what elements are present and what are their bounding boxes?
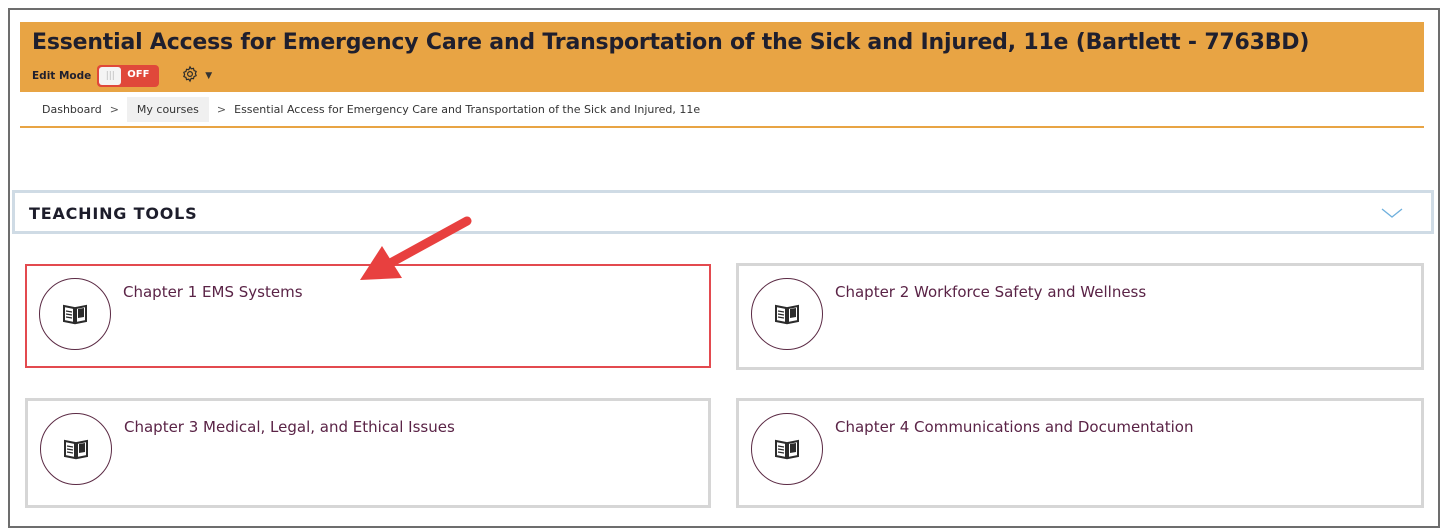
edit-mode-toggle[interactable]: ||| OFF bbox=[97, 65, 160, 87]
chapter-card-3[interactable]: Chapter 3 Medical, Legal, and Ethical Is… bbox=[25, 398, 711, 508]
chevron-down-icon[interactable] bbox=[1381, 203, 1403, 222]
chapter-title[interactable]: Chapter 4 Communications and Documentati… bbox=[835, 418, 1193, 436]
chevron-down-icon: ▼ bbox=[205, 71, 213, 81]
chapter-title[interactable]: Chapter 2 Workforce Safety and Wellness bbox=[835, 283, 1146, 301]
breadcrumb-dashboard[interactable]: Dashboard bbox=[20, 103, 110, 116]
chapter-title[interactable]: Chapter 3 Medical, Legal, and Ethical Is… bbox=[124, 418, 455, 436]
edit-mode-row: Edit Mode ||| OFF ▼ bbox=[32, 64, 212, 88]
toggle-state-text: OFF bbox=[127, 69, 150, 80]
breadcrumb-separator: > bbox=[216, 102, 227, 116]
book-open-icon bbox=[751, 413, 823, 485]
book-open-icon bbox=[751, 278, 823, 350]
breadcrumb-current-course[interactable]: Essential Access for Emergency Care and … bbox=[226, 103, 708, 116]
chapter-title[interactable]: Chapter 1 EMS Systems bbox=[123, 283, 303, 301]
book-open-icon bbox=[39, 278, 111, 350]
breadcrumb-separator: > bbox=[109, 102, 119, 116]
annotation-arrow-icon bbox=[340, 208, 480, 292]
breadcrumb-my-courses[interactable]: My courses bbox=[126, 96, 209, 122]
chapter-card-4[interactable]: Chapter 4 Communications and Documentati… bbox=[736, 398, 1424, 508]
edit-mode-label: Edit Mode bbox=[32, 70, 92, 82]
chapter-card-2[interactable]: Chapter 2 Workforce Safety and Wellness bbox=[736, 263, 1424, 370]
teaching-tools-section[interactable]: TEACHING TOOLS bbox=[12, 190, 1434, 234]
book-open-icon bbox=[40, 413, 112, 485]
course-title: Essential Access for Emergency Care and … bbox=[32, 30, 1310, 55]
course-header: Essential Access for Emergency Care and … bbox=[20, 22, 1424, 92]
settings-menu[interactable]: ▼ bbox=[181, 65, 212, 87]
breadcrumb: Dashboard > My courses > Essential Acces… bbox=[20, 92, 1424, 128]
toggle-knob: ||| bbox=[99, 67, 122, 85]
gear-icon bbox=[181, 65, 199, 87]
section-title: TEACHING TOOLS bbox=[29, 204, 198, 223]
